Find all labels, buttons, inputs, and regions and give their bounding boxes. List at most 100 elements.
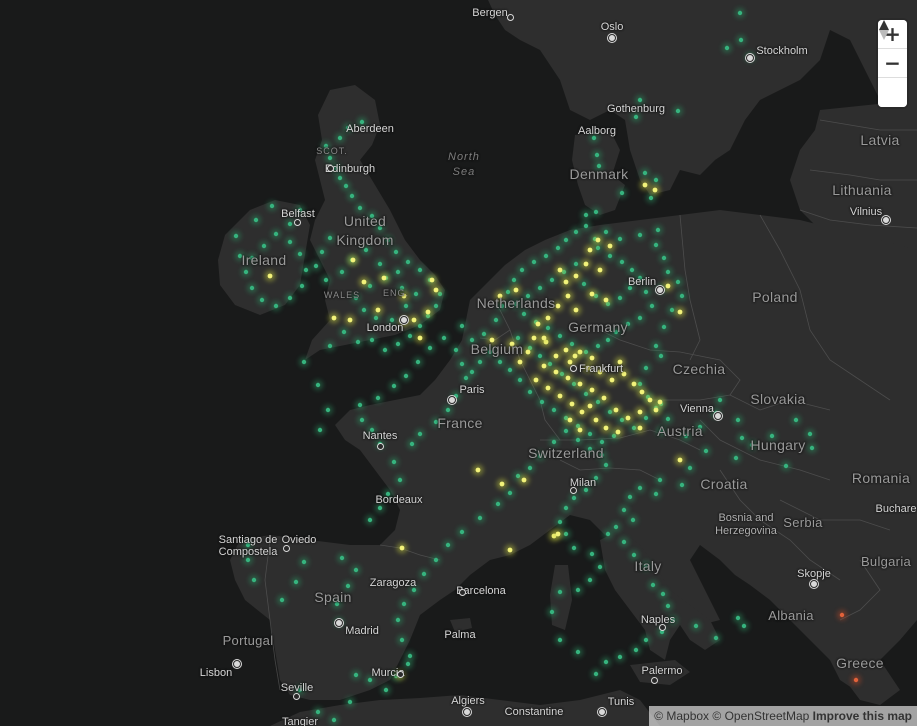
green-data-point[interactable]	[589, 551, 595, 557]
yellow-data-point[interactable]	[417, 335, 423, 341]
green-data-point[interactable]	[605, 531, 611, 537]
green-data-point[interactable]	[415, 359, 421, 365]
green-data-point[interactable]	[269, 203, 275, 209]
yellow-data-point[interactable]	[647, 397, 653, 403]
green-data-point[interactable]	[571, 545, 577, 551]
green-data-point[interactable]	[643, 415, 649, 421]
green-data-point[interactable]	[401, 601, 407, 607]
green-data-point[interactable]	[249, 285, 255, 291]
yellow-data-point[interactable]	[533, 377, 539, 383]
yellow-data-point[interactable]	[553, 353, 559, 359]
yellow-data-point[interactable]	[399, 545, 405, 551]
green-data-point[interactable]	[319, 249, 325, 255]
green-data-point[interactable]	[783, 463, 789, 469]
green-data-point[interactable]	[393, 249, 399, 255]
compass-button[interactable]	[878, 20, 907, 107]
yellow-data-point[interactable]	[642, 182, 648, 188]
green-data-point[interactable]	[653, 343, 659, 349]
green-data-point[interactable]	[301, 359, 307, 365]
green-data-point[interactable]	[675, 279, 681, 285]
green-data-point[interactable]	[642, 170, 648, 176]
green-data-point[interactable]	[739, 435, 745, 441]
green-data-point[interactable]	[738, 37, 744, 43]
yellow-data-point[interactable]	[677, 457, 683, 463]
yellow-data-point[interactable]	[267, 273, 273, 279]
green-data-point[interactable]	[735, 417, 741, 423]
green-data-point[interactable]	[629, 267, 635, 273]
green-data-point[interactable]	[303, 267, 309, 273]
green-data-point[interactable]	[287, 239, 293, 245]
green-data-point[interactable]	[343, 183, 349, 189]
yellow-data-point[interactable]	[350, 257, 356, 263]
green-data-point[interactable]	[315, 709, 321, 715]
green-data-point[interactable]	[613, 524, 619, 530]
green-data-point[interactable]	[459, 361, 465, 367]
green-data-point[interactable]	[733, 455, 739, 461]
yellow-data-point[interactable]	[607, 243, 613, 249]
green-data-point[interactable]	[545, 325, 551, 331]
green-data-point[interactable]	[293, 579, 299, 585]
yellow-data-point[interactable]	[563, 279, 569, 285]
green-data-point[interactable]	[643, 289, 649, 295]
green-data-point[interactable]	[587, 577, 593, 583]
green-data-point[interactable]	[279, 597, 285, 603]
green-data-point[interactable]	[297, 251, 303, 257]
green-data-point[interactable]	[563, 428, 569, 434]
yellow-data-point[interactable]	[411, 317, 417, 323]
green-data-point[interactable]	[637, 485, 643, 491]
yellow-data-point[interactable]	[545, 315, 551, 321]
yellow-data-point[interactable]	[525, 349, 531, 355]
yellow-data-point[interactable]	[573, 307, 579, 313]
yellow-data-point[interactable]	[553, 369, 559, 375]
green-data-point[interactable]	[571, 495, 577, 501]
green-data-point[interactable]	[675, 108, 681, 114]
yellow-data-point[interactable]	[625, 415, 631, 421]
yellow-data-point[interactable]	[425, 309, 431, 315]
green-data-point[interactable]	[661, 255, 667, 261]
green-data-point[interactable]	[515, 335, 521, 341]
green-data-point[interactable]	[648, 195, 654, 201]
yellow-data-point[interactable]	[557, 267, 563, 273]
green-data-point[interactable]	[627, 494, 633, 500]
green-data-point[interactable]	[377, 261, 383, 267]
green-data-point[interactable]	[637, 315, 643, 321]
green-data-point[interactable]	[563, 505, 569, 511]
yellow-data-point[interactable]	[579, 409, 585, 415]
green-data-point[interactable]	[551, 407, 557, 413]
green-data-point[interactable]	[395, 617, 401, 623]
green-data-point[interactable]	[527, 389, 533, 395]
green-data-point[interactable]	[477, 359, 483, 365]
green-data-point[interactable]	[403, 303, 409, 309]
green-data-point[interactable]	[251, 577, 257, 583]
green-data-point[interactable]	[551, 439, 557, 445]
green-data-point[interactable]	[735, 615, 741, 621]
yellow-data-point[interactable]	[577, 381, 583, 387]
green-data-point[interactable]	[441, 335, 447, 341]
green-data-point[interactable]	[593, 671, 599, 677]
green-data-point[interactable]	[493, 317, 499, 323]
green-data-point[interactable]	[575, 437, 581, 443]
green-data-point[interactable]	[397, 477, 403, 483]
yellow-data-point[interactable]	[603, 297, 609, 303]
yellow-data-point[interactable]	[631, 381, 637, 387]
green-data-point[interactable]	[595, 245, 601, 251]
green-data-point[interactable]	[405, 661, 411, 667]
yellow-data-point[interactable]	[573, 273, 579, 279]
yellow-data-point[interactable]	[475, 467, 481, 473]
green-data-point[interactable]	[469, 369, 475, 375]
green-data-point[interactable]	[421, 571, 427, 577]
green-data-point[interactable]	[517, 377, 523, 383]
zoom-out-button[interactable]: −	[878, 49, 907, 78]
green-data-point[interactable]	[679, 293, 685, 299]
green-data-point[interactable]	[323, 277, 329, 283]
green-data-point[interactable]	[665, 416, 671, 422]
green-data-point[interactable]	[573, 229, 579, 235]
green-data-point[interactable]	[463, 375, 469, 381]
yellow-data-point[interactable]	[639, 389, 645, 395]
green-data-point[interactable]	[407, 653, 413, 659]
green-data-point[interactable]	[327, 235, 333, 241]
yellow-data-point[interactable]	[429, 277, 435, 283]
green-data-point[interactable]	[599, 439, 605, 445]
green-data-point[interactable]	[569, 341, 575, 347]
green-data-point[interactable]	[603, 229, 609, 235]
